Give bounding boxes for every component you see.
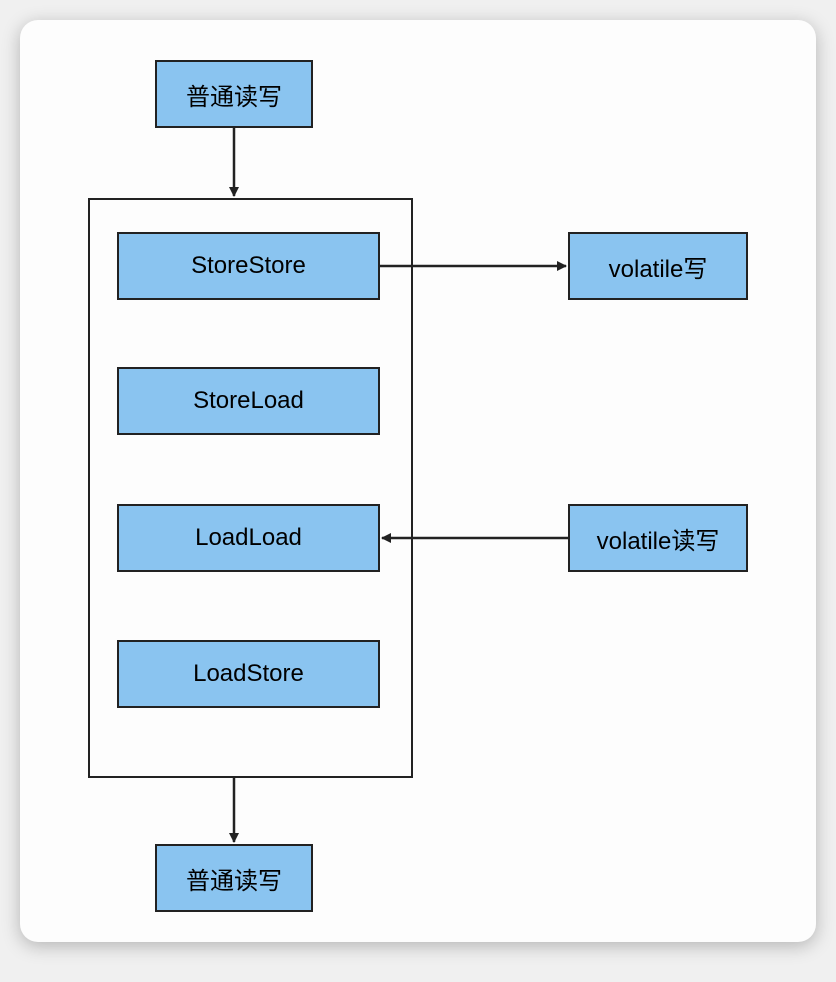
box-store-load-label: StoreLoad xyxy=(193,387,304,415)
box-top-label: 普通读写 xyxy=(186,77,282,112)
box-bottom-normal-rw: 普通读写 xyxy=(155,844,313,912)
box-volatile-write-label: volatile写 xyxy=(609,249,708,284)
box-load-load-label: LoadLoad xyxy=(195,524,302,552)
box-store-store-label: StoreStore xyxy=(191,252,306,280)
box-volatile-rw-label: volatile读写 xyxy=(597,521,720,556)
box-volatile-write: volatile写 xyxy=(568,232,748,300)
box-store-store: StoreStore xyxy=(117,232,380,300)
box-volatile-rw: volatile读写 xyxy=(568,504,748,572)
box-load-store: LoadStore xyxy=(117,640,380,708)
box-store-load: StoreLoad xyxy=(117,367,380,435)
diagram-canvas: 普通读写 StoreStore StoreLoad LoadLoad LoadS… xyxy=(20,20,816,942)
box-load-store-label: LoadStore xyxy=(193,660,304,688)
box-top-normal-rw: 普通读写 xyxy=(155,60,313,128)
box-bottom-label: 普通读写 xyxy=(186,861,282,896)
box-load-load: LoadLoad xyxy=(117,504,380,572)
